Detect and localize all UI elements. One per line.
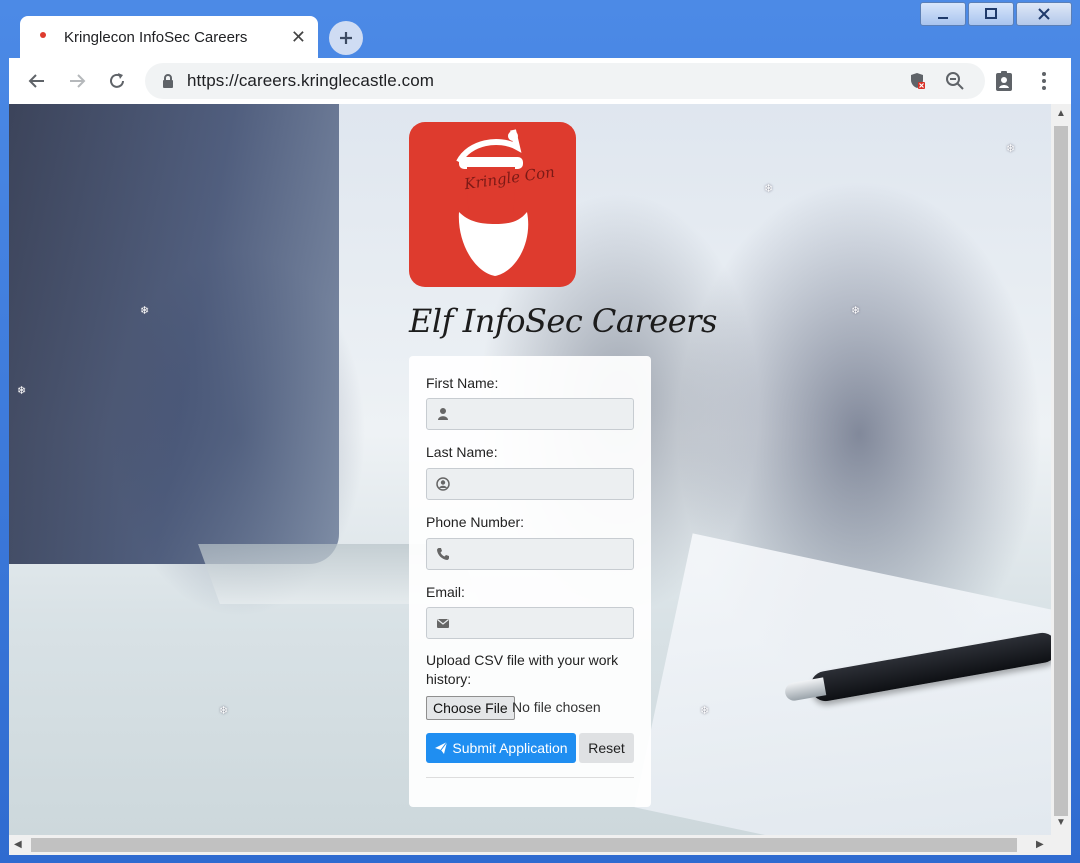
paper-plane-icon	[435, 741, 448, 754]
phone-number-label: Phone Number:	[426, 514, 525, 530]
email-label: Email:	[426, 584, 465, 600]
browser-window: Kringlecon InfoSec Careers ✕ https://car…	[0, 0, 1080, 863]
horizontal-scrollbar[interactable]: ◀ ▶	[9, 835, 1051, 855]
snowflake-icon: ❄	[219, 705, 229, 717]
snowflake-icon: ❄	[700, 705, 710, 717]
submit-application-button[interactable]: Submit Application	[426, 733, 576, 763]
last-name-label: Last Name:	[426, 444, 498, 460]
zoom-icon[interactable]	[945, 71, 965, 91]
scrollbar-corner	[1051, 835, 1071, 855]
browser-toolbar: https://careers.kringlecastle.com	[9, 58, 1071, 104]
scroll-left-icon[interactable]: ◀	[14, 839, 22, 850]
tab-title: Kringlecon InfoSec Careers	[64, 29, 248, 46]
snowflake-icon: ❄	[17, 385, 27, 397]
envelope-icon	[437, 619, 449, 628]
submit-label: Submit Application	[452, 740, 568, 756]
choose-file-button[interactable]: Choose File	[426, 696, 515, 720]
snowflake-icon: ❄	[764, 183, 774, 195]
maximize-button[interactable]	[968, 2, 1014, 26]
back-button[interactable]	[24, 68, 50, 94]
kringlecon-logo: Kringle Con	[409, 122, 576, 287]
upload-csv-label: Upload CSV file with your work history:	[426, 652, 619, 687]
minimize-icon	[938, 17, 948, 19]
back-arrow-icon	[28, 74, 44, 88]
close-window-button[interactable]	[1016, 2, 1072, 26]
vertical-scrollbar[interactable]: ▲ ▼	[1051, 104, 1071, 835]
favicon-icon	[40, 32, 46, 38]
user-icon	[438, 408, 448, 420]
clipboard-user-icon	[996, 71, 1012, 91]
vertical-scroll-thumb[interactable]	[1054, 126, 1068, 816]
snowflake-icon: ❄	[140, 305, 150, 317]
browser-menu-button[interactable]	[1031, 68, 1057, 94]
maximize-icon	[985, 8, 997, 19]
email-input[interactable]	[455, 608, 629, 638]
tab-close-icon[interactable]: ✕	[291, 27, 306, 48]
more-vert-icon	[1042, 72, 1046, 90]
shield-blocked-icon[interactable]	[907, 71, 927, 91]
user-circle-icon	[436, 477, 450, 491]
first-name-field[interactable]	[426, 398, 634, 430]
lock-icon	[163, 74, 173, 88]
file-status-text: No file chosen	[512, 699, 601, 715]
snowflake-icon: ❄	[1006, 143, 1016, 155]
first-name-label: First Name:	[426, 375, 499, 391]
email-field[interactable]	[426, 607, 634, 639]
last-name-field[interactable]	[426, 468, 634, 500]
scroll-right-icon[interactable]: ▶	[1036, 839, 1044, 850]
address-bar[interactable]: https://careers.kringlecastle.com	[145, 63, 985, 99]
page-title: Elf InfoSec Careers	[409, 302, 717, 340]
scroll-up-icon[interactable]: ▲	[1056, 108, 1066, 119]
window-controls	[920, 2, 1072, 26]
phone-number-input[interactable]	[455, 539, 629, 569]
application-form: First Name: Last Name: Phone Number: Ema…	[409, 356, 651, 807]
minimize-button[interactable]	[920, 2, 966, 26]
browser-tab[interactable]: Kringlecon InfoSec Careers ✕	[20, 16, 318, 58]
phone-number-field[interactable]	[426, 538, 634, 570]
extension-button[interactable]	[991, 68, 1017, 94]
form-divider	[426, 777, 634, 778]
page-viewport: ❄ ❄ ❄ ❄ ❄ ❄ ❄ Kringle Con Elf InfoSec Ca…	[9, 104, 1051, 835]
new-tab-button[interactable]	[329, 21, 363, 55]
reload-button[interactable]	[104, 68, 130, 94]
horizontal-scroll-thumb[interactable]	[31, 838, 1017, 852]
reload-icon	[110, 73, 124, 88]
plus-icon	[340, 32, 352, 44]
santa-hat-beard-icon	[456, 129, 529, 276]
first-name-input[interactable]	[455, 399, 629, 429]
snowflake-icon: ❄	[851, 305, 861, 317]
close-icon	[1038, 8, 1050, 20]
background-monitor	[9, 104, 339, 564]
scroll-down-icon[interactable]: ▼	[1056, 817, 1066, 828]
last-name-input[interactable]	[455, 469, 629, 499]
forward-arrow-icon	[70, 74, 86, 88]
url-text: https://careers.kringlecastle.com	[187, 71, 435, 90]
forward-button[interactable]	[64, 68, 90, 94]
reset-button[interactable]: Reset	[579, 733, 634, 763]
phone-icon	[437, 548, 449, 560]
